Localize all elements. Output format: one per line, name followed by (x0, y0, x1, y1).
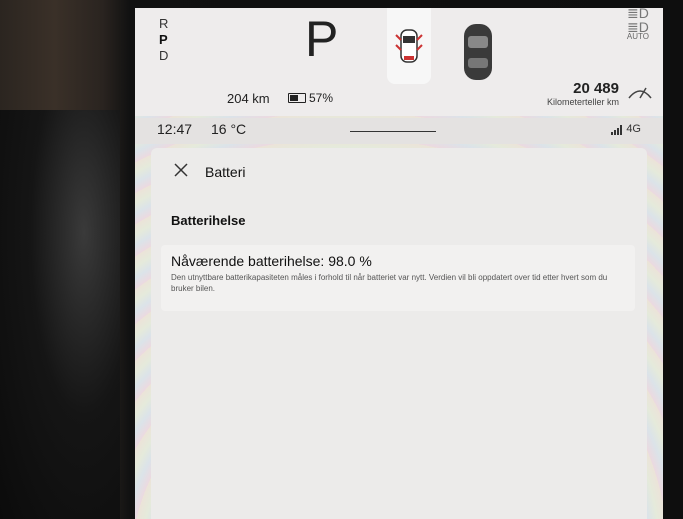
close-icon[interactable] (173, 162, 189, 178)
drive-status-bar: R P D P 204 km 57% ≣D ≣D AUTO 20 489 Kil… (135, 8, 663, 116)
signal-icon (611, 125, 623, 135)
odometer: 20 489 Kilometerteller km (547, 80, 619, 107)
network-status: 4G (611, 123, 641, 135)
outside-temperature: 16 °C (211, 121, 247, 137)
vehicle-touchscreen: R P D P 204 km 57% ≣D ≣D AUTO 20 489 Kil… (135, 8, 663, 519)
car-interior (0, 110, 120, 519)
door-status-button[interactable] (387, 8, 431, 84)
section-title: Batterihelse (171, 213, 246, 228)
wiper-icon[interactable] (627, 82, 653, 102)
battery-health-description: Den utnyttbare batterikapasiteten måles … (171, 273, 608, 293)
range-readout: 204 km (227, 91, 270, 106)
gear-selector: R P D (159, 16, 168, 64)
status-bar: 12:47 16 °C 4G (135, 118, 663, 144)
car-doors-icon (395, 29, 423, 63)
battery-icon (288, 93, 306, 103)
panel-title: Batteri (205, 164, 246, 180)
gear-r: R (159, 16, 169, 31)
auto-headlight-icon: ≣D (627, 19, 649, 35)
battery-panel: Batteri Batterihelse Nåværende batterihe… (151, 148, 647, 519)
panel-header: Batteri (151, 148, 647, 198)
odometer-value: 20 489 (573, 80, 619, 97)
battery-readout: 57% (288, 91, 333, 105)
battery-health-card: Nåværende batterihelse: 98.0 % Den utnyt… (161, 245, 635, 311)
status-divider (350, 131, 436, 132)
car-top-view-icon[interactable] (461, 22, 495, 82)
clock: 12:47 (157, 121, 193, 137)
odometer-label: Kilometerteller km (546, 97, 619, 107)
battery-health-value: Nåværende batterihelse: 98.0 % (171, 253, 372, 269)
battery-percent: 57% (309, 91, 334, 105)
headlight-icon: ≣D (627, 8, 649, 21)
lights-indicator[interactable]: ≣D ≣D AUTO (627, 8, 649, 42)
current-gear: P (305, 11, 339, 67)
gear-d: D (159, 48, 169, 63)
auto-label: AUTO (626, 32, 649, 41)
gear-p: P (159, 32, 168, 47)
network-type: 4G (626, 123, 641, 135)
